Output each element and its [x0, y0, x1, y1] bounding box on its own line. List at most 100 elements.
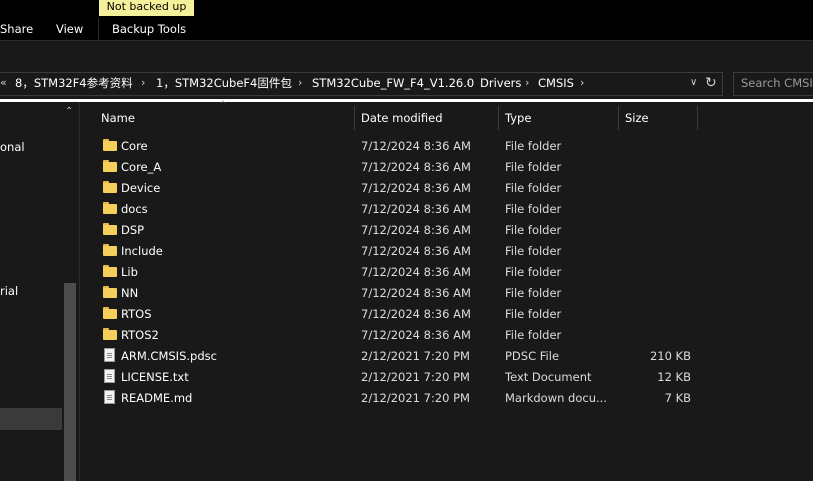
- table-row[interactable]: ARM.CMSIS.pdsc 2/12/2021 7:20 PM PDSC File…: [100, 345, 700, 366]
- table-row[interactable]: README.md 2/12/2021 7:20 PM Markdown docu.…: [100, 387, 700, 408]
- file-date-modified: 7/12/2024 8:36 AM: [361, 139, 471, 153]
- file-icon: [104, 348, 115, 362]
- breadcrumb-item[interactable]: STM32Cube_FW_F4_V1.26.0: [312, 75, 474, 91]
- file-type: File folder: [505, 265, 562, 279]
- file-size: [620, 264, 691, 280]
- file-date-modified: 2/12/2021 7:20 PM: [361, 391, 470, 405]
- file-size: 12 KB: [657, 370, 691, 384]
- folder-icon: [103, 244, 117, 256]
- file-size: [620, 201, 691, 217]
- file-name: DSP: [121, 223, 145, 237]
- table-row[interactable]: NN 7/12/2024 8:36 AM File folder: [100, 282, 700, 303]
- folder-icon: [103, 307, 117, 319]
- nav-item-selected[interactable]: [0, 408, 62, 430]
- table-row[interactable]: docs 7/12/2024 8:36 AM File folder: [100, 198, 700, 219]
- file-name: Device: [121, 181, 161, 195]
- column-header-size[interactable]: Size: [625, 110, 649, 126]
- file-type: PDSC File: [505, 349, 560, 363]
- table-row[interactable]: DSP 7/12/2024 8:36 AM File folder: [100, 219, 700, 240]
- breadcrumb-separator-icon[interactable]: ›: [141, 75, 145, 91]
- folder-icon: [103, 265, 117, 277]
- folder-icon: [103, 202, 117, 214]
- nav-item[interactable]: rial: [0, 284, 18, 298]
- file-name: README.md: [121, 391, 193, 405]
- file-date-modified: 7/12/2024 8:36 AM: [361, 328, 471, 342]
- breadcrumb-separator-icon[interactable]: ›: [525, 75, 529, 91]
- search-box[interactable]: [733, 72, 813, 96]
- table-row[interactable]: Device 7/12/2024 8:36 AM File folder: [100, 177, 700, 198]
- tab-view[interactable]: View: [56, 18, 83, 40]
- scroll-up-icon[interactable]: ⌃: [65, 106, 73, 117]
- folder-icon: [103, 139, 117, 151]
- file-date-modified: 7/12/2024 8:36 AM: [361, 307, 471, 321]
- file-size: [620, 285, 691, 301]
- tab-share[interactable]: Share: [0, 18, 33, 40]
- file-type: File folder: [505, 328, 562, 342]
- overflow-chevron-icon[interactable]: «: [0, 75, 7, 91]
- file-name: LICENSE.txt: [121, 370, 189, 384]
- scrollbar-thumb[interactable]: [64, 283, 76, 481]
- file-size: [620, 306, 691, 322]
- table-row[interactable]: Include 7/12/2024 8:36 AM File folder: [100, 240, 700, 261]
- file-size: 7 KB: [664, 391, 691, 405]
- column-header-name[interactable]: Name: [101, 110, 135, 126]
- breadcrumb-separator-icon[interactable]: ›: [580, 75, 584, 91]
- folder-icon: [103, 223, 117, 235]
- breadcrumb-item[interactable]: 8，STM32F4参考资料: [15, 75, 133, 91]
- table-row[interactable]: Lib 7/12/2024 8:36 AM File folder: [100, 261, 700, 282]
- file-size: [620, 327, 691, 343]
- breadcrumb-separator-icon[interactable]: ›: [298, 75, 302, 91]
- file-date-modified: 7/12/2024 8:36 AM: [361, 181, 471, 195]
- file-type: File folder: [505, 307, 562, 321]
- refresh-icon[interactable]: ↻: [705, 74, 717, 92]
- search-input[interactable]: [741, 76, 813, 90]
- column-divider[interactable]: [697, 106, 698, 130]
- nav-item[interactable]: onal: [0, 140, 25, 154]
- file-name: Core: [121, 139, 148, 153]
- table-row[interactable]: RTOS 7/12/2024 8:36 AM File folder: [100, 303, 700, 324]
- breadcrumb-item[interactable]: 1，STM32CubeF4固件包: [156, 75, 292, 91]
- file-date-modified: 7/12/2024 8:36 AM: [361, 202, 471, 216]
- file-type: File folder: [505, 202, 562, 216]
- file-date-modified: 7/12/2024 8:36 AM: [361, 286, 471, 300]
- toolbar-strip: [0, 40, 813, 67]
- file-date-modified: 7/12/2024 8:36 AM: [361, 244, 471, 258]
- folder-icon: [103, 160, 117, 172]
- column-divider[interactable]: [498, 106, 499, 130]
- file-name: Core_A: [121, 160, 162, 174]
- file-size: [620, 138, 691, 154]
- ribbon-divider: [98, 18, 99, 40]
- file-date-modified: 2/12/2021 7:20 PM: [361, 349, 470, 363]
- file-name: Include: [121, 244, 163, 258]
- folder-icon: [103, 286, 117, 298]
- column-divider[interactable]: [354, 106, 355, 130]
- file-size: [620, 180, 691, 196]
- tab-backup-tools[interactable]: Backup Tools: [112, 18, 186, 40]
- column-header-type[interactable]: Type: [505, 110, 531, 126]
- file-type: Markdown docu...: [505, 391, 607, 405]
- file-date-modified: 7/12/2024 8:36 AM: [361, 223, 471, 237]
- breadcrumb-item[interactable]: Drivers: [480, 75, 521, 91]
- breadcrumb-item[interactable]: CMSIS: [538, 75, 574, 91]
- file-date-modified: 7/12/2024 8:36 AM: [361, 160, 471, 174]
- chevron-down-icon[interactable]: ∨: [690, 75, 697, 91]
- folder-icon: [103, 181, 117, 193]
- backup-status-badge: Not backed up: [99, 0, 194, 16]
- file-name: RTOS2: [121, 328, 159, 342]
- file-name: ARM.CMSIS.pdsc: [121, 349, 217, 363]
- breadcrumb-separator-icon[interactable]: ›: [466, 75, 470, 91]
- folder-icon: [103, 328, 117, 340]
- file-size: 210 KB: [649, 349, 691, 363]
- file-type: File folder: [505, 244, 562, 258]
- file-name: Lib: [121, 265, 138, 279]
- file-type: File folder: [505, 286, 562, 300]
- table-row[interactable]: Core 7/12/2024 8:36 AM File folder: [100, 135, 700, 156]
- table-row[interactable]: LICENSE.txt 2/12/2021 7:20 PM Text Documen…: [100, 366, 700, 387]
- table-row[interactable]: RTOS2 7/12/2024 8:36 AM File folder: [100, 324, 700, 345]
- sort-ascending-icon: ⌃: [219, 100, 227, 110]
- column-divider[interactable]: [618, 106, 619, 130]
- column-header-date[interactable]: Date modified: [361, 110, 443, 126]
- file-name: RTOS: [121, 307, 152, 321]
- table-row[interactable]: Core_A 7/12/2024 8:36 AM File folder: [100, 156, 700, 177]
- file-icon: [104, 390, 115, 404]
